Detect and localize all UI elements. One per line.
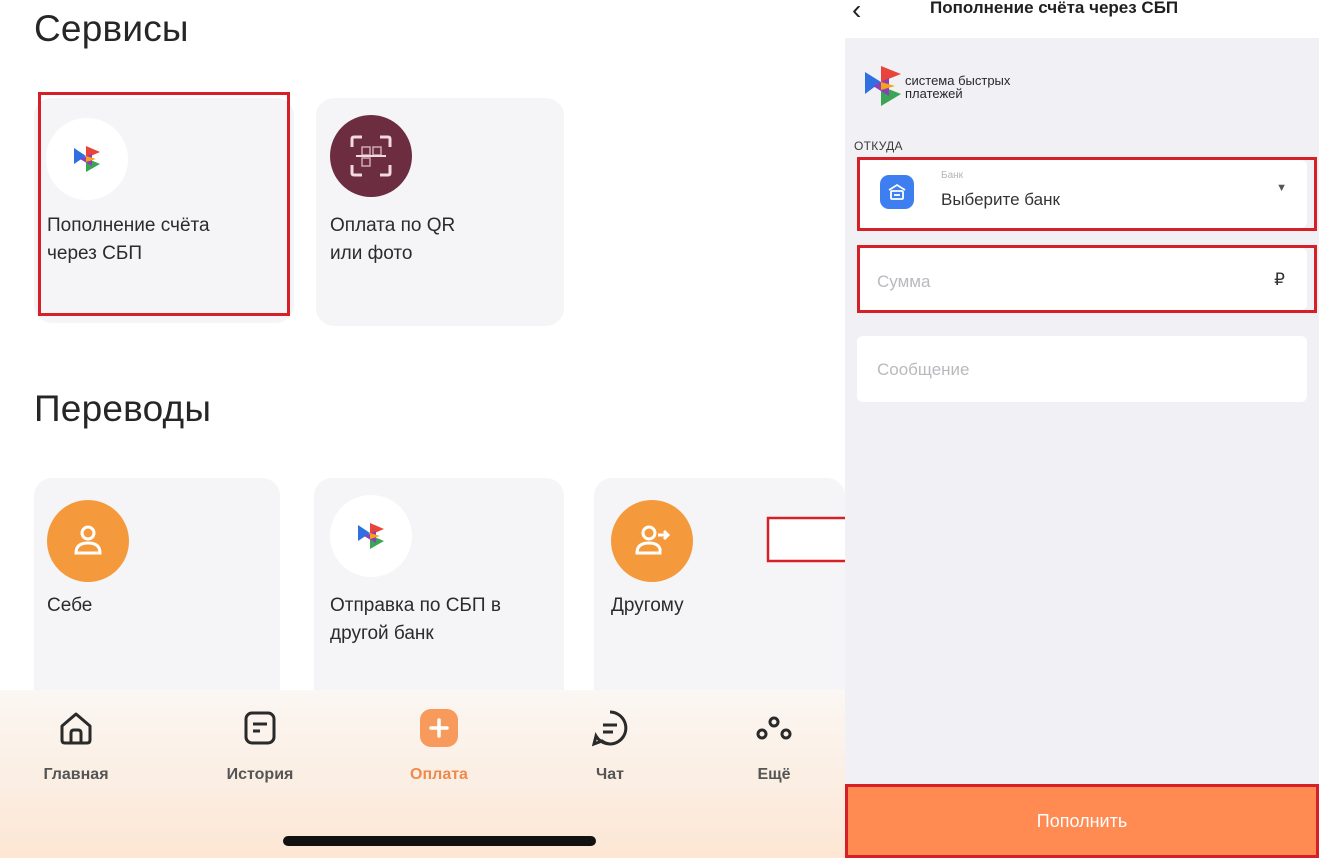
amount-field[interactable]: Сумма ₽ [857, 248, 1307, 310]
sbp-logo-text: система быстрых платежей [905, 73, 1011, 101]
qr-payment-card[interactable]: Оплата по QR или фото [316, 98, 564, 326]
nav-chat[interactable]: Чат [550, 706, 670, 784]
sbp-other-bank-card[interactable]: Отправка по СБП в другой банк [314, 478, 564, 708]
history-icon [200, 706, 320, 750]
home-indicator [283, 836, 596, 846]
sbp-topup-screen: ‹ Пополнение счёта через СБП система быс… [845, 0, 1319, 858]
amount-placeholder: Сумма [877, 272, 931, 291]
topup-submit-button[interactable]: Пополнить [845, 784, 1319, 858]
qr-scan-icon [330, 115, 412, 197]
person-arrow-icon [611, 500, 693, 582]
home-icon [16, 706, 136, 750]
nav-more[interactable]: Ещё [714, 706, 834, 784]
bank-icon [880, 175, 914, 209]
sbp-logo-icon [46, 118, 128, 200]
transfers-heading: Переводы [34, 388, 212, 429]
plus-icon [379, 706, 499, 750]
transfer-other-label: Другому [611, 595, 684, 616]
qr-payment-label: Оплата по QR или фото [330, 215, 456, 264]
message-placeholder: Сообщение [877, 360, 970, 379]
nav-more-label: Ещё [757, 766, 791, 783]
nav-history-label: История [226, 766, 294, 783]
sbp-other-bank-label: Отправка по СБП в другой банк [330, 595, 501, 644]
more-icon [714, 706, 834, 750]
services-heading: Сервисы [34, 8, 189, 49]
transfer-self-card[interactable]: Себе [34, 478, 280, 708]
topup-sbp-card[interactable]: Пополнение счёта через СБП [34, 98, 294, 323]
chevron-down-icon: ▼ [1276, 182, 1287, 194]
sbp-logo-icon [865, 66, 901, 106]
nav-home[interactable]: Главная [16, 706, 136, 784]
screen-title: Пополнение счёта через СБП [930, 0, 1179, 17]
nav-home-label: Главная [43, 766, 109, 783]
payments-screen: Сервисы Пополнение счёта через СБП Оплат… [0, 0, 845, 858]
transfer-self-label: Себе [47, 595, 93, 616]
person-icon [47, 500, 129, 582]
bottom-nav: Главная История Оплата Чат Ещё [0, 690, 845, 858]
back-arrow-icon[interactable]: ‹ [852, 0, 861, 26]
nav-chat-label: Чат [596, 766, 624, 783]
top-bar: ‹ Пополнение счёта через СБП [845, 0, 1319, 38]
chat-icon [550, 706, 670, 750]
currency-symbol: ₽ [1274, 270, 1285, 289]
message-field[interactable]: Сообщение [857, 336, 1307, 402]
bank-caption: Банк [941, 170, 964, 181]
bank-select[interactable]: Банк Выберите банк ▼ [857, 160, 1307, 228]
nav-payment-label: Оплата [410, 766, 468, 783]
nav-history[interactable]: История [200, 706, 320, 784]
bank-value: Выберите банк [941, 190, 1060, 209]
sbp-logo-icon [330, 495, 412, 577]
topup-sbp-label: Пополнение счёта через СБП [47, 215, 210, 264]
nav-payment[interactable]: Оплата [379, 706, 499, 784]
from-label: ОТКУДА [854, 139, 903, 153]
